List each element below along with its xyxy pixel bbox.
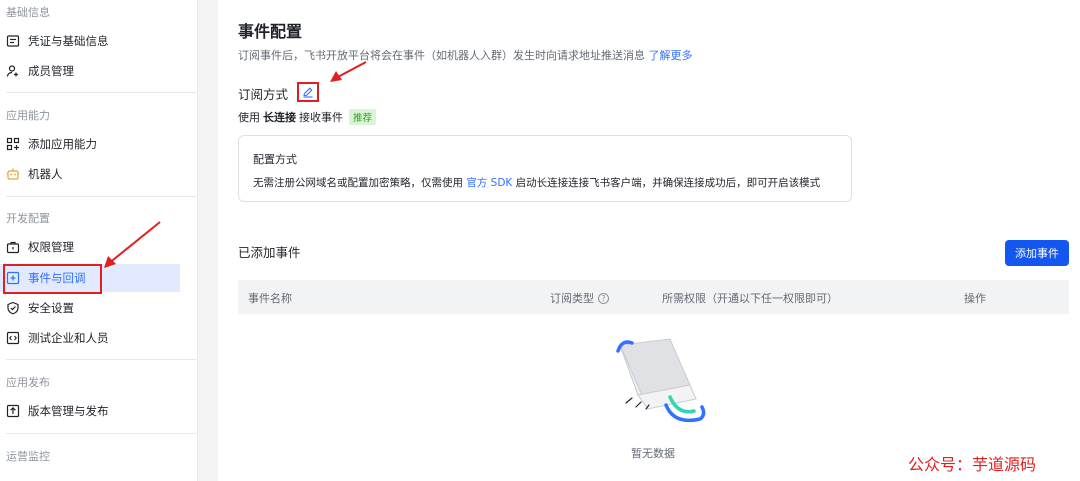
col-permissions: 所需权限（开通以下任一权限即可）	[662, 292, 838, 305]
col-operations: 操作	[964, 292, 986, 305]
divider	[6, 196, 196, 197]
sidebar-item-label: 测试企业和人员	[28, 331, 109, 345]
page-description: 订阅事件后，飞书开放平台将会在事件（如机器人入群）发生时向请求地址推送消息 了解…	[238, 47, 693, 63]
section-title-ops: 运营监控	[6, 450, 50, 463]
page-title: 事件配置	[238, 22, 303, 41]
grid-add-icon	[6, 137, 20, 151]
edit-icon[interactable]	[297, 82, 319, 102]
sidebar-item-label: 成员管理	[28, 64, 74, 78]
shield-icon	[6, 301, 20, 315]
sidebar-item-events[interactable]: 事件与回调	[0, 264, 180, 292]
section-title-basic: 基础信息	[6, 6, 50, 19]
empty-box-illustration	[616, 338, 706, 423]
section-title-dev: 开发配置	[6, 212, 50, 225]
sidebar-item-label: 权限管理	[28, 240, 74, 254]
events-table-header: 事件名称 订阅类型 ? 所需权限（开通以下任一权限即可） 操作	[238, 280, 1069, 314]
config-desc-pre: 无需注册公网域名或配置加密策略，仅需使用	[253, 177, 463, 189]
recommended-badge: 推荐	[349, 109, 377, 125]
divider	[6, 92, 196, 93]
sidebar-item-versions[interactable]: 版本管理与发布	[0, 397, 180, 425]
section-title-publish: 应用发布	[6, 376, 50, 389]
sidebar-item-label: 安全设置	[28, 301, 74, 315]
sidebar-item-credentials[interactable]: 凭证与基础信息	[0, 27, 180, 55]
sidebar-item-label: 凭证与基础信息	[28, 34, 109, 48]
watermark: 公众号：芋道源码	[908, 455, 1037, 474]
config-description: 无需注册公网域名或配置加密策略，仅需使用 官方 SDK 启动长连接连接飞书客户端…	[253, 175, 820, 190]
sidebar-item-members[interactable]: 成员管理	[0, 57, 180, 85]
sidebar-item-label: 事件与回调	[28, 271, 86, 285]
official-sdk-link[interactable]: 官方 SDK	[466, 177, 512, 189]
use-prefix: 使用	[238, 111, 260, 124]
subscription-mode: 使用 长连接 接收事件 推荐	[238, 109, 377, 125]
config-card: 配置方式 无需注册公网域名或配置加密策略，仅需使用 官方 SDK 启动长连接连接…	[238, 135, 852, 202]
main-panel: 事件配置 订阅事件后，飞书开放平台将会在事件（如机器人入群）发生时向请求地址推送…	[218, 0, 1080, 481]
sidebar: 基础信息 凭证与基础信息 成员管理 应用能力 添加应用能力 机器人 开发配置 权…	[0, 0, 198, 481]
config-title: 配置方式	[253, 153, 297, 166]
sidebar-item-permissions[interactable]: 权限管理	[0, 233, 180, 261]
robot-icon	[6, 167, 20, 181]
description-text: 订阅事件后，飞书开放平台将会在事件（如机器人入群）发生时向请求地址推送消息	[238, 49, 645, 62]
event-icon	[6, 271, 20, 285]
add-event-button[interactable]: 添加事件	[1005, 240, 1069, 266]
use-suffix: 接收事件	[299, 111, 343, 124]
sidebar-item-label: 机器人	[28, 167, 63, 181]
help-icon[interactable]: ?	[598, 292, 609, 304]
sidebar-item-add-ability[interactable]: 添加应用能力	[0, 130, 180, 158]
config-desc-post: 启动长连接连接飞书客户端，并确保连接成功后，即可开启该模式	[515, 177, 821, 189]
permission-icon	[6, 240, 20, 254]
added-events-title: 已添加事件	[238, 245, 301, 260]
divider	[6, 359, 196, 360]
use-mode: 长连接	[263, 111, 296, 124]
sidebar-item-bot[interactable]: 机器人	[0, 160, 180, 188]
section-title-ability: 应用能力	[6, 109, 50, 122]
id-card-icon	[6, 34, 20, 48]
learn-more-link[interactable]: 了解更多	[649, 49, 693, 62]
col-type-label: 订阅类型	[550, 292, 594, 305]
sidebar-item-test-org[interactable]: 测试企业和人员	[0, 324, 180, 352]
col-event-name: 事件名称	[248, 292, 292, 305]
sidebar-item-security[interactable]: 安全设置	[0, 294, 180, 322]
empty-state-text: 暂无数据	[631, 447, 675, 460]
subscription-title: 订阅方式	[238, 87, 289, 102]
sidebar-item-label: 版本管理与发布	[28, 404, 109, 418]
sidebar-item-label: 添加应用能力	[28, 137, 97, 151]
code-icon	[6, 331, 20, 345]
user-add-icon	[6, 64, 20, 78]
col-subscription-type: 订阅类型 ?	[550, 290, 609, 306]
divider	[6, 433, 196, 434]
upload-icon	[6, 404, 20, 418]
